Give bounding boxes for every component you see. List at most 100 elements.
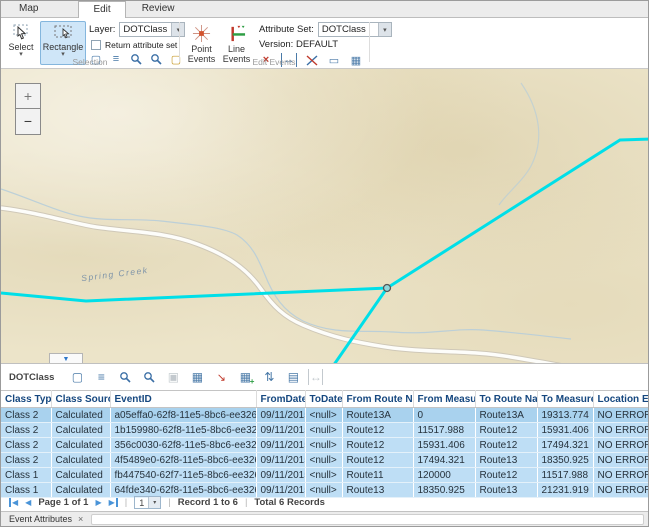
table-cell[interactable]: 17494.321 [413, 453, 475, 468]
table-cell[interactable]: NO ERROR [593, 438, 649, 453]
open-table-icon[interactable]: ▦ [188, 369, 206, 385]
table-cell[interactable]: NO ERROR [593, 468, 649, 483]
column-header[interactable]: From Route Name [342, 391, 413, 408]
column-header[interactable]: FromDate [256, 391, 305, 408]
tab-edit[interactable]: Edit [78, 1, 125, 18]
report-icon[interactable]: ▤ [284, 369, 302, 385]
table-row[interactable]: Class 1Calculatedfb447540-62f7-11e5-8bc6… [1, 468, 649, 483]
sort-records-icon[interactable]: ⇅ [260, 369, 278, 385]
table-cell[interactable]: 19313.774 [537, 408, 593, 423]
attribute-set-combobox[interactable]: DOTClass ▾ [318, 22, 392, 37]
show-selected-records-icon[interactable]: ≡ [92, 369, 110, 385]
zoom-to-selection-icon[interactable] [116, 369, 134, 385]
table-cell[interactable]: <null> [305, 453, 342, 468]
table-cell[interactable]: Class 2 [1, 408, 51, 423]
map-viewport[interactable]: Spring Creek + − [1, 69, 648, 363]
table-cell[interactable]: Calculated [51, 408, 110, 423]
table-cell[interactable]: 4f5489e0-62f8-11e5-8bc6-ee32641d5ec9 [110, 453, 256, 468]
table-cell[interactable]: Class 2 [1, 423, 51, 438]
table-cell[interactable]: Route12 [475, 468, 537, 483]
pan-to-selection-icon[interactable] [140, 369, 158, 385]
column-header[interactable]: EventID [110, 391, 256, 408]
event-line-west[interactable] [1, 288, 387, 301]
table-cell[interactable]: 15931.406 [413, 438, 475, 453]
first-page-button[interactable]: ◀ [9, 498, 18, 507]
column-header[interactable]: Location Error [593, 391, 649, 408]
table-cell[interactable]: fb447540-62f7-11e5-8bc6-ee32641d5ec9 [110, 468, 256, 483]
layer-combobox[interactable]: DOTClass ▾ [119, 22, 185, 37]
table-cell[interactable]: 11517.988 [537, 468, 593, 483]
table-cell[interactable]: 09/11/2015 [256, 453, 305, 468]
route-junction-vertex[interactable] [384, 285, 391, 292]
table-cell[interactable]: Route12 [342, 453, 413, 468]
table-cell[interactable]: a05effa0-62f8-11e5-8bc6-ee32641d5ec9 [110, 408, 256, 423]
table-cell[interactable]: Route12 [342, 438, 413, 453]
tab-map[interactable]: Map [5, 1, 52, 17]
table-row[interactable]: Class 2Calculated1b159980-62f8-11e5-8bc6… [1, 423, 649, 438]
table-cell[interactable]: Calculated [51, 438, 110, 453]
table-cell[interactable]: NO ERROR [593, 408, 649, 423]
attribute-set-dropdown-icon[interactable]: ▾ [378, 23, 391, 36]
event-line-south[interactable] [331, 288, 387, 363]
previous-page-button[interactable]: ◀ [25, 498, 31, 507]
table-cell[interactable]: Route13A [342, 408, 413, 423]
zoom-out-button[interactable]: − [15, 109, 41, 135]
table-cell[interactable]: <null> [305, 438, 342, 453]
column-header[interactable]: From Measure [413, 391, 475, 408]
column-header[interactable]: Class Type [1, 391, 51, 408]
table-cell[interactable]: NO ERROR [593, 423, 649, 438]
tab-review[interactable]: Review [128, 1, 189, 17]
table-cell[interactable]: Calculated [51, 423, 110, 438]
table-cell[interactable]: Route12 [475, 423, 537, 438]
last-page-button[interactable]: ▶ [109, 498, 118, 507]
table-cell[interactable]: Route11 [342, 468, 413, 483]
next-page-button[interactable]: ▶ [95, 498, 101, 507]
table-cell[interactable]: Class 2 [1, 453, 51, 468]
table-row[interactable]: Class 2Calculated4f5489e0-62f8-11e5-8bc6… [1, 453, 649, 468]
table-cell[interactable]: Route13 [475, 453, 537, 468]
column-header[interactable]: Class Source [51, 391, 110, 408]
table-cell[interactable]: Class 1 [1, 468, 51, 483]
return-attribute-set-checkbox[interactable] [91, 40, 101, 50]
table-cell[interactable]: 15931.406 [537, 423, 593, 438]
layer-dropdown-icon[interactable]: ▾ [171, 23, 184, 36]
table-row[interactable]: Class 2Calculateda05effa0-62f8-11e5-8bc6… [1, 408, 649, 423]
zoom-in-button[interactable]: + [15, 83, 41, 109]
table-cell[interactable]: <null> [305, 468, 342, 483]
table-cell[interactable]: 18350.925 [537, 453, 593, 468]
table-cell[interactable]: Route12 [342, 423, 413, 438]
column-header[interactable]: To Measure [537, 391, 593, 408]
table-cell[interactable]: 09/11/2015 [256, 408, 305, 423]
table-cell[interactable]: 0 [413, 408, 475, 423]
save-edits-icon[interactable]: ▣ [164, 369, 182, 385]
table-cell[interactable]: Calculated [51, 453, 110, 468]
table-cell[interactable]: 356c0030-62f8-11e5-8bc6-ee32641d5ec9 [110, 438, 256, 453]
table-cell[interactable]: 09/11/2015 [256, 468, 305, 483]
tab-event-attributes[interactable]: Event Attributes × [5, 514, 87, 524]
table-cell[interactable]: <null> [305, 408, 342, 423]
table-cell[interactable]: 09/11/2015 [256, 438, 305, 453]
table-cell[interactable]: Class 2 [1, 438, 51, 453]
table-cell[interactable]: 17494.321 [537, 438, 593, 453]
table-cell[interactable]: 120000 [413, 468, 475, 483]
table-cell[interactable]: 1b159980-62f8-11e5-8bc6-ee32641d5ec9 [110, 423, 256, 438]
table-cell[interactable]: <null> [305, 423, 342, 438]
table-cell[interactable]: Route12 [475, 438, 537, 453]
table-cell[interactable]: Route13A [475, 408, 537, 423]
select-records-icon[interactable]: ▢ [68, 369, 86, 385]
table-cell[interactable]: Calculated [51, 468, 110, 483]
column-header[interactable]: To Route Name [475, 391, 537, 408]
table-row[interactable]: Class 2Calculated356c0030-62f8-11e5-8bc6… [1, 438, 649, 453]
page-selector-dropdown-icon[interactable]: ▾ [148, 497, 160, 508]
table-cell[interactable]: 09/11/2015 [256, 423, 305, 438]
page-selector[interactable]: 1 ▾ [134, 496, 161, 509]
table-cell[interactable]: NO ERROR [593, 453, 649, 468]
event-line-northeast[interactable] [387, 139, 648, 288]
go-to-record-icon[interactable]: ↘ [212, 369, 230, 385]
return-attribute-set-option[interactable]: Return attribute set [91, 40, 177, 50]
column-header[interactable]: ToDate [305, 391, 342, 408]
fit-columns-icon[interactable]: ↔ [308, 369, 323, 385]
table-cell[interactable]: 11517.988 [413, 423, 475, 438]
append-records-icon[interactable]: ▦+ [236, 369, 254, 385]
close-tab-icon[interactable]: × [78, 514, 83, 524]
